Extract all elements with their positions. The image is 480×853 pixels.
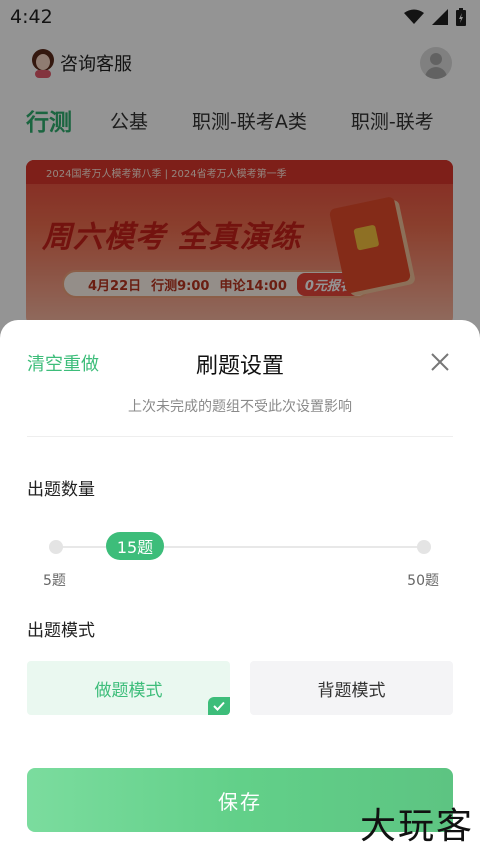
slider-max-label: 50题 (407, 573, 439, 589)
slider-min-dot (49, 540, 63, 554)
slider-max-dot (417, 540, 431, 554)
watermark-logo: 大玩客 (359, 806, 474, 847)
close-icon[interactable] (428, 350, 452, 374)
divider (27, 436, 453, 437)
practice-mode-label: 做题模式 (94, 680, 163, 701)
question-count-slider[interactable]: 15题 5题 50题 (27, 526, 453, 589)
sheet-title: 刷题设置 (195, 354, 284, 379)
slider-min-label: 5题 (43, 573, 66, 589)
question-count-label: 出题数量 (27, 480, 95, 500)
memorize-mode-label: 背题模式 (317, 680, 386, 701)
check-icon (208, 697, 230, 715)
practice-settings-sheet: 清空重做 刷题设置 上次未完成的题组不受此次设置影响 出题数量 15题 5题 5… (0, 320, 480, 853)
memorize-mode-option[interactable]: 背题模式 (250, 661, 453, 715)
slider-thumb[interactable]: 15题 (106, 532, 164, 560)
mode-options: 做题模式 背题模式 (27, 661, 453, 715)
practice-mode-option[interactable]: 做题模式 (27, 661, 230, 715)
question-mode-label: 出题模式 (27, 621, 95, 641)
sheet-header: 清空重做 刷题设置 (0, 320, 480, 406)
